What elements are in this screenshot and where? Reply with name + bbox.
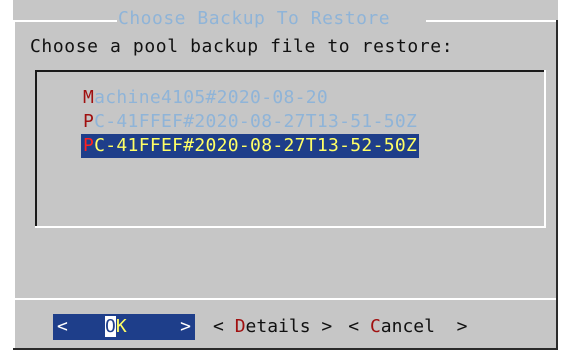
- list-item-text: PC-41FFEF#2020-08-27T13-52-50Z: [81, 134, 420, 158]
- dialog-frame: [426, 20, 558, 22]
- cancel-hotkey: C: [369, 316, 381, 337]
- ok-hotkey: O: [105, 316, 116, 337]
- listbox-border: [544, 70, 546, 228]
- list-item-label: C-41FFEF#2020-08-27T13-51-50Z: [94, 111, 418, 132]
- ok-label: OK: [105, 314, 127, 340]
- listbox-border: [35, 70, 37, 228]
- restore-dialog: Choose Backup To Restore Choose a pool b…: [13, 0, 558, 350]
- ok-label-rest: K: [115, 316, 127, 337]
- list-item-backup[interactable]: Machine4105#2020-08-20: [81, 86, 419, 110]
- list-item-hotkey: M: [83, 87, 95, 108]
- dialog-frame: [13, 20, 117, 22]
- ok-button[interactable]: < OK >: [53, 314, 195, 340]
- dialog-frame: [13, 20, 15, 350]
- list-item-hotkey: P: [83, 135, 95, 156]
- details-hotkey: D: [234, 316, 246, 337]
- list-item-text: Machine4105#2020-08-20: [81, 87, 330, 108]
- button-bar: < OK > < Details > < Cancel >: [53, 314, 467, 340]
- details-left-bracket: <: [213, 316, 235, 337]
- list-item-hotkey: P: [83, 111, 95, 132]
- dialog-prompt: Choose a pool backup file to restore:: [30, 36, 454, 57]
- cancel-button[interactable]: < Cancel >: [348, 314, 467, 340]
- dialog-frame: [556, 20, 558, 350]
- listbox-border: [35, 226, 546, 228]
- listbox-border: [35, 70, 546, 72]
- list-item-label: achine4105#2020-08-20: [94, 87, 329, 108]
- cancel-left-bracket: <: [348, 316, 370, 337]
- list-item-backup-selected[interactable]: PC-41FFEF#2020-08-27T13-52-50Z: [81, 134, 420, 158]
- dialog-title: Choose Backup To Restore: [118, 8, 391, 29]
- details-right-bracket: >: [310, 316, 333, 337]
- ok-right-bracket: >: [180, 316, 191, 337]
- ok-left-bracket: <: [57, 316, 68, 337]
- dialog-frame: [13, 348, 558, 350]
- list-item-text: PC-41FFEF#2020-08-27T13-51-50Z: [81, 111, 419, 132]
- cancel-label-rest: ancel: [380, 316, 435, 337]
- details-label-rest: etails: [245, 316, 311, 337]
- cancel-right-bracket: >: [434, 316, 468, 337]
- details-button[interactable]: < Details >: [213, 314, 332, 340]
- backup-file-list: Machine4105#2020-08-20 PC-41FFEF#2020-08…: [81, 86, 420, 158]
- list-item-label: C-41FFEF#2020-08-27T13-52-50Z: [94, 135, 418, 156]
- list-item-backup[interactable]: PC-41FFEF#2020-08-27T13-51-50Z: [81, 110, 419, 134]
- backup-file-listbox[interactable]: Machine4105#2020-08-20 PC-41FFEF#2020-08…: [35, 70, 550, 228]
- button-separator: [15, 298, 556, 300]
